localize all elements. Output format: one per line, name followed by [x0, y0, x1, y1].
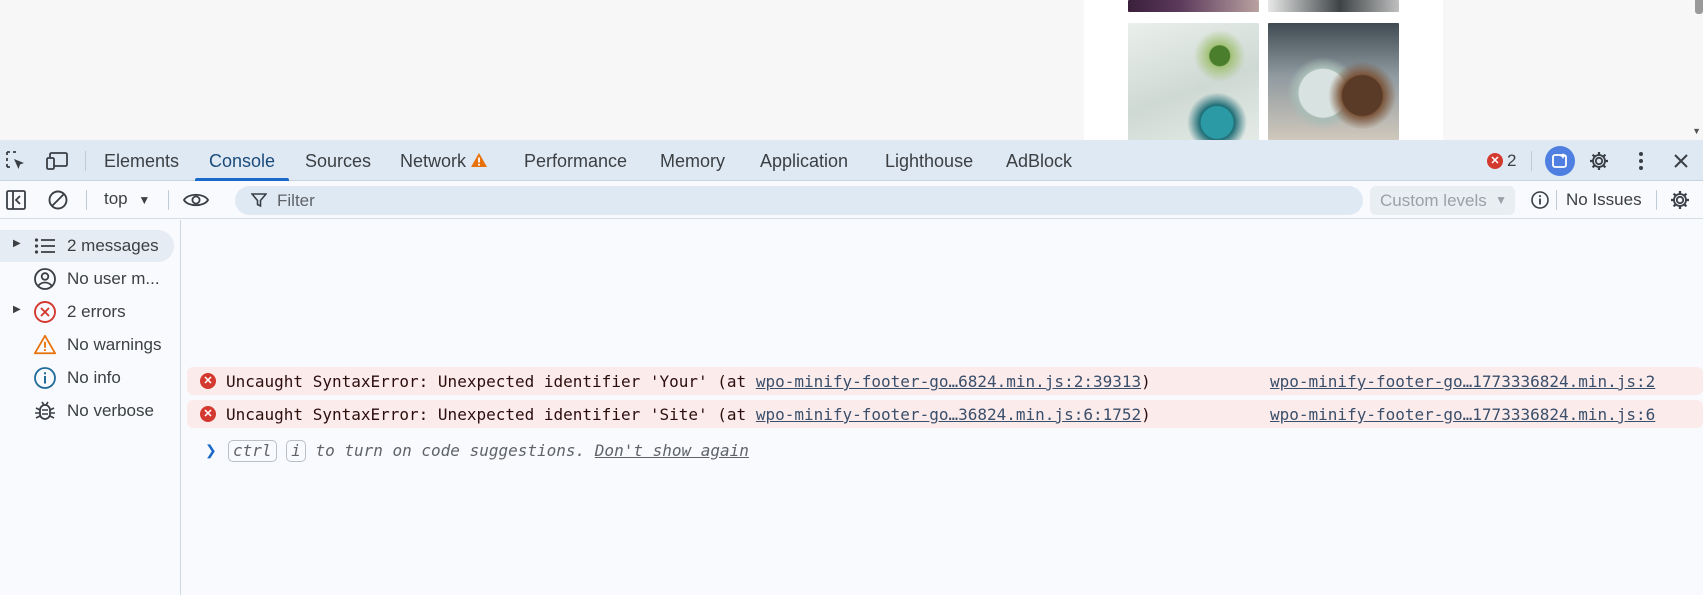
error-message-suffix: )	[1141, 372, 1151, 391]
error-counter[interactable]: ✕ 2	[1487, 151, 1516, 171]
i-key: i	[286, 440, 306, 462]
warning-icon	[471, 153, 488, 167]
filter-placeholder: Filter	[277, 191, 315, 210]
console-sidebar: ▶ 2 messages No user m... ▶ 2 errors No …	[0, 220, 181, 595]
sidebar-item-label: No verbose	[67, 401, 154, 420]
console-prompt-chevron-icon: ❯	[205, 442, 217, 458]
console-output: ✕ Uncaught SyntaxError: Unexpected ident…	[182, 220, 1703, 595]
tab-application[interactable]: Application	[760, 140, 848, 181]
error-location-link[interactable]: wpo-minify-footer-go…6824.min.js:2:39313	[756, 372, 1141, 391]
log-levels-label: Custom levels	[1380, 191, 1487, 210]
sidebar-item-label: No info	[67, 368, 121, 387]
ctrl-key: ctrl	[228, 440, 277, 462]
warning-icon	[33, 333, 57, 357]
chevron-right-icon[interactable]: ▶	[13, 238, 21, 249]
tab-network-label: Network	[400, 151, 467, 171]
error-source-link[interactable]: wpo-minify-footer-go…1773336824.min.js:6	[1270, 405, 1655, 424]
close-devtools-icon[interactable]	[1669, 150, 1693, 172]
list-icon	[33, 234, 57, 258]
tab-network[interactable]: Network	[400, 140, 488, 181]
console-toolbar: top ▼ Filter Custom levels ▼ No Issues	[0, 181, 1703, 219]
more-options-icon[interactable]	[1629, 150, 1653, 172]
chevron-down-icon: ▼	[138, 193, 151, 207]
sidebar-item-messages[interactable]: ▶ 2 messages	[0, 230, 174, 262]
sidebar-item-label: No warnings	[67, 335, 162, 354]
error-icon: ✕	[200, 406, 216, 422]
sidebar-item-label: 2 messages	[67, 236, 159, 255]
user-icon	[33, 267, 57, 291]
ai-assistance-button[interactable]	[1545, 146, 1575, 176]
chevron-down-icon: ▼	[1495, 193, 1507, 207]
sidebar-toggle-icon[interactable]	[4, 189, 28, 211]
error-icon: ✕	[200, 373, 216, 389]
sidebar-item-label: 2 errors	[67, 302, 126, 321]
divider	[85, 151, 86, 171]
settings-gear-icon[interactable]	[1587, 150, 1611, 172]
gallery-image[interactable]	[1128, 0, 1259, 12]
error-count-label: 2	[1507, 151, 1517, 170]
tab-adblock[interactable]: AdBlock	[1006, 140, 1072, 181]
scroll-down-arrow-icon[interactable]: ▼	[1692, 126, 1701, 136]
tab-sources[interactable]: Sources	[305, 140, 371, 181]
execution-context-label: top	[104, 189, 128, 208]
sidebar-item-label: No user m...	[67, 269, 160, 288]
error-location-link[interactable]: wpo-minify-footer-go…36824.min.js:6:1752	[756, 405, 1141, 424]
devtools-panel: Elements Console Sources Network Perform…	[0, 140, 1703, 595]
gallery-image[interactable]	[1268, 0, 1399, 12]
sidebar-item-warnings[interactable]: No warnings	[0, 329, 174, 361]
live-expression-eye-icon[interactable]	[182, 189, 210, 211]
gallery-image[interactable]	[1268, 23, 1399, 140]
divider	[1656, 190, 1657, 210]
bug-icon	[33, 399, 57, 423]
tab-lighthouse[interactable]: Lighthouse	[885, 140, 973, 181]
sidebar-item-user-messages[interactable]: No user m...	[0, 263, 174, 295]
info-icon	[33, 366, 57, 390]
dont-show-again-link[interactable]: Don't show again	[595, 441, 749, 460]
page-viewport: ▼	[0, 0, 1703, 140]
tab-performance[interactable]: Performance	[524, 140, 627, 181]
error-text: Uncaught SyntaxError: Unexpected identif…	[226, 405, 1151, 424]
inspect-element-icon[interactable]	[4, 150, 28, 172]
filter-input[interactable]: Filter	[235, 186, 1363, 215]
tab-memory[interactable]: Memory	[660, 140, 725, 181]
error-source-link[interactable]: wpo-minify-footer-go…1773336824.min.js:2	[1270, 372, 1655, 391]
page-scrollbar[interactable]	[1695, 0, 1703, 14]
device-toolbar-icon[interactable]	[46, 150, 70, 172]
issues-counter[interactable]: No Issues	[1566, 190, 1642, 210]
divider	[1556, 190, 1557, 210]
log-levels-dropdown[interactable]: Custom levels ▼	[1370, 186, 1515, 215]
sidebar-item-errors[interactable]: ▶ 2 errors	[0, 296, 174, 328]
divider	[1531, 151, 1532, 171]
devtools-tabbar: Elements Console Sources Network Perform…	[0, 140, 1703, 181]
console-error-message: ✕ Uncaught SyntaxError: Unexpected ident…	[187, 367, 1703, 395]
error-icon: ✕	[1487, 153, 1503, 169]
error-icon	[33, 300, 57, 324]
divider	[168, 190, 169, 210]
ai-assistance-icon	[1552, 153, 1567, 168]
error-message-text: Uncaught SyntaxError: Unexpected identif…	[226, 372, 756, 391]
execution-context-select[interactable]: top ▼	[104, 189, 150, 209]
error-message-text: Uncaught SyntaxError: Unexpected identif…	[226, 405, 756, 424]
error-message-suffix: )	[1141, 405, 1151, 424]
gallery-image[interactable]	[1128, 23, 1259, 140]
sidebar-item-info[interactable]: No info	[0, 362, 174, 394]
clear-console-icon[interactable]	[46, 189, 70, 211]
console-settings-gear-icon[interactable]	[1668, 189, 1692, 211]
tab-elements[interactable]: Elements	[104, 140, 179, 181]
error-text: Uncaught SyntaxError: Unexpected identif…	[226, 372, 1151, 391]
filter-icon	[251, 193, 267, 208]
divider	[86, 190, 87, 210]
code-suggestions-hint: ctrl i to turn on code suggestions. Don'…	[228, 440, 749, 462]
sidebar-item-verbose[interactable]: No verbose	[0, 395, 174, 427]
tab-console[interactable]: Console	[194, 140, 290, 181]
info-icon[interactable]	[1528, 189, 1552, 211]
chevron-right-icon[interactable]: ▶	[13, 304, 21, 315]
hint-text: to turn on code suggestions.	[305, 441, 595, 460]
console-error-message: ✕ Uncaught SyntaxError: Unexpected ident…	[187, 400, 1703, 428]
